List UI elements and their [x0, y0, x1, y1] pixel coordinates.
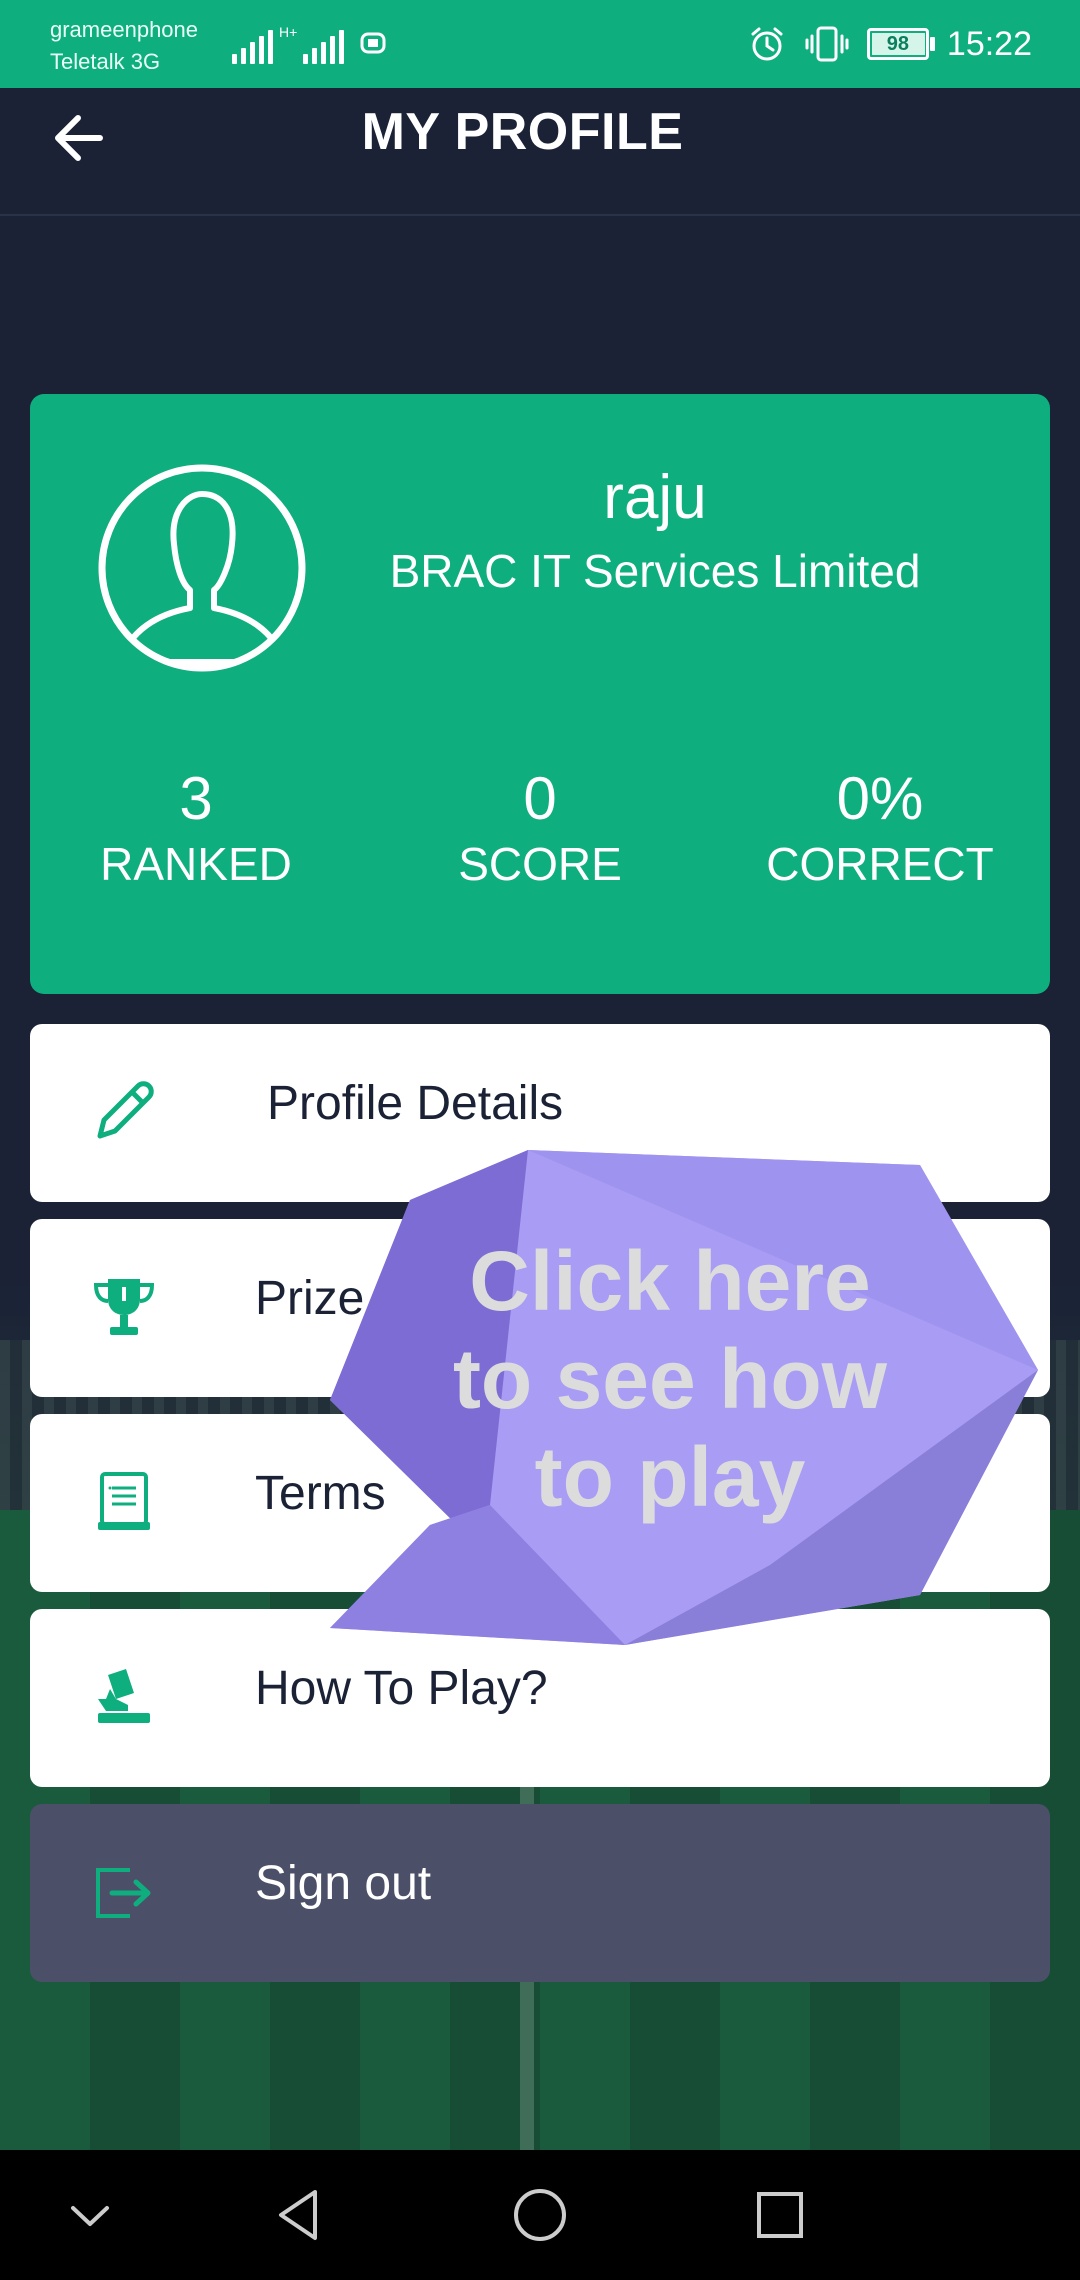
tooltip-line-3: to play: [534, 1430, 806, 1524]
stat-correct-label: CORRECT: [766, 838, 994, 890]
tooltip-text: Click here to see how to play: [430, 1232, 910, 1526]
stat-score-value: 0: [523, 765, 557, 832]
carrier-secondary: Teletalk 3G: [50, 49, 161, 74]
alarm-icon: [751, 27, 783, 61]
trophy-icon: [93, 1279, 155, 1335]
stat-score-label: SCORE: [458, 838, 622, 890]
system-nav-bar: [0, 2150, 1080, 2280]
nav-back-icon[interactable]: [265, 2180, 335, 2250]
stat-ranked-value: 3: [179, 765, 213, 832]
menu-item-sign-out[interactable]: Sign out: [30, 1804, 1050, 1982]
stat-ranked: 3 RANKED: [46, 764, 346, 894]
user-name: raju: [603, 463, 707, 532]
signal-icon: H+: [232, 22, 388, 64]
pencil-icon: [97, 1081, 154, 1139]
carrier-primary: grameenphone: [50, 17, 199, 42]
page-title: MY PROFILE: [361, 103, 684, 161]
app-header: MY PROFILE: [0, 88, 1080, 216]
nav-recents-icon[interactable]: [745, 2180, 815, 2250]
document-icon: [98, 1472, 150, 1530]
status-bar: grameenphone Teletalk 3G H+ 98 15:22: [0, 0, 1080, 88]
menu-label-sign-out: Sign out: [255, 1857, 432, 1910]
sim-icon: [360, 32, 386, 54]
carrier-info: grameenphone Teletalk 3G: [50, 14, 198, 78]
user-company: BRAC IT Services Limited: [389, 545, 921, 597]
profile-card: raju BRAC IT Services Limited 3 RANKED 0…: [30, 394, 1050, 994]
nav-home-icon[interactable]: [505, 2180, 575, 2250]
clock: 15:22: [946, 24, 1032, 63]
menu-label-profile-details: Profile Details: [267, 1077, 564, 1130]
battery-icon: 98: [866, 28, 935, 60]
stat-correct-value: 0%: [836, 765, 924, 832]
chevron-down-icon[interactable]: [55, 2180, 125, 2250]
status-right: 98 15:22: [747, 18, 1032, 70]
network-type: H+: [279, 24, 298, 40]
sign-out-icon: [96, 1868, 151, 1918]
hand-card-icon: [98, 1669, 150, 1723]
battery-level: 98: [886, 33, 910, 55]
tooltip-line-1: Click here: [469, 1234, 871, 1328]
tooltip-line-2: to see how: [452, 1332, 888, 1426]
stat-correct: 0% CORRECT: [730, 764, 1030, 894]
stat-score: 0 SCORE: [390, 764, 690, 894]
vibrate-icon: [805, 26, 849, 62]
stat-ranked-label: RANKED: [100, 838, 292, 890]
